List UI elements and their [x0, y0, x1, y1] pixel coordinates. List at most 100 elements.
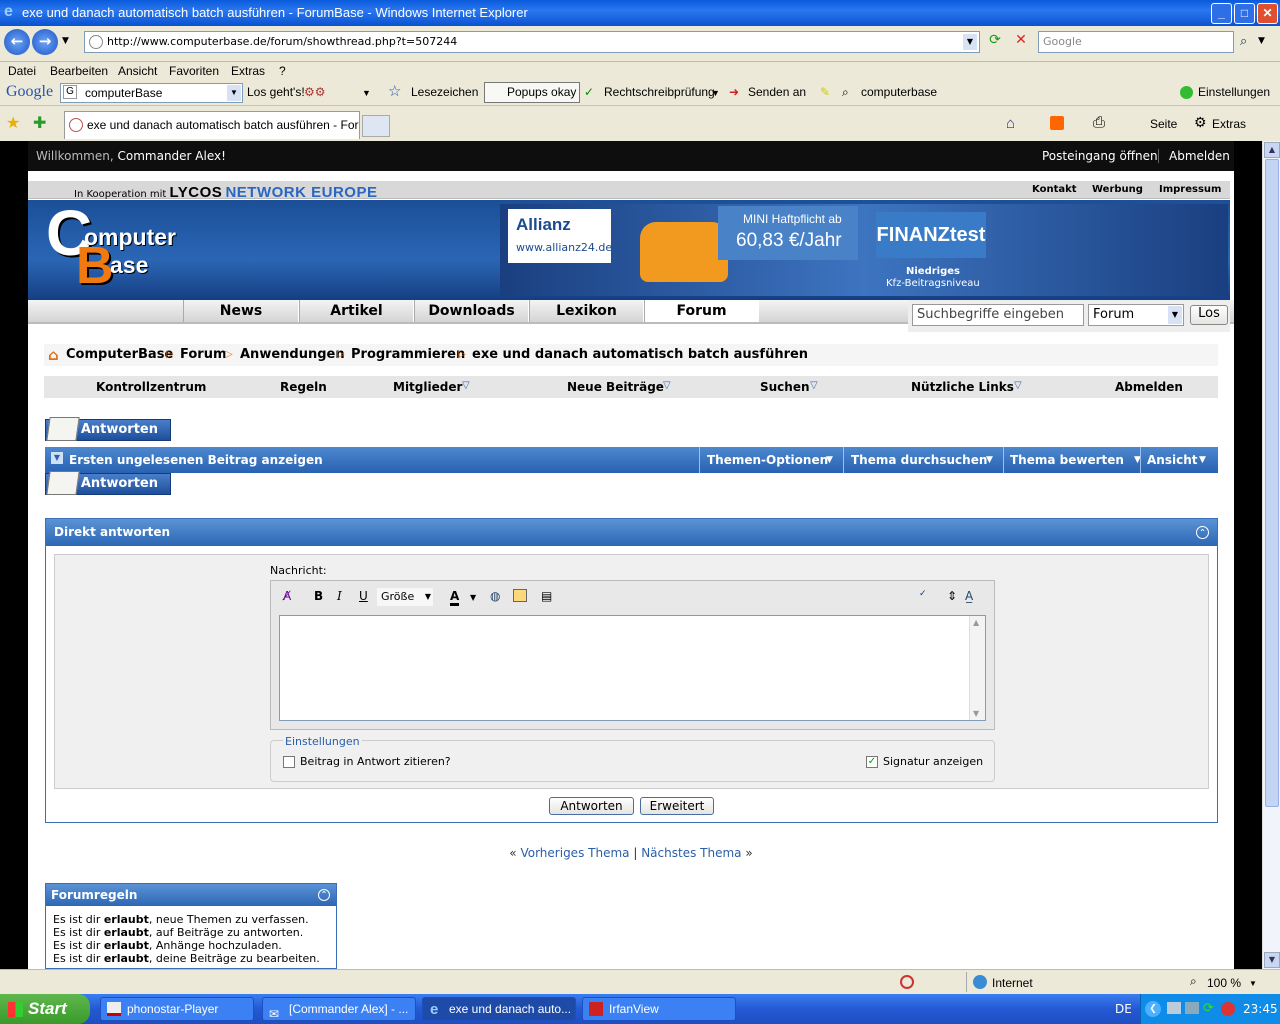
- google-search-input[interactable]: G computerBase ▼: [60, 83, 243, 103]
- computerbase-logo[interactable]: C omputer B ase: [46, 197, 216, 295]
- triangle-down-icon[interactable]: ▽: [663, 380, 671, 391]
- antivirus-icon[interactable]: [1221, 1002, 1235, 1016]
- signature-option[interactable]: ✓ Signatur anzeigen: [866, 755, 983, 768]
- spellcheck-abc-icon[interactable]: ✓: [919, 589, 927, 599]
- forumnav-abmelden[interactable]: Abmelden: [1115, 380, 1183, 394]
- prev-thread-link[interactable]: Vorheriges Thema: [520, 846, 629, 860]
- thread-view-menu[interactable]: Ansicht: [1147, 453, 1197, 467]
- address-dropdown-icon[interactable]: ▼: [963, 34, 977, 50]
- sync-icon[interactable]: ⟳: [1203, 1001, 1214, 1016]
- triangle-down-icon[interactable]: ▽: [1014, 380, 1022, 391]
- toolbar-tools-icon[interactable]: ⚙⚙: [304, 85, 326, 99]
- reply-button-top[interactable]: Antworten: [45, 417, 171, 441]
- quote-checkbox[interactable]: [283, 756, 295, 768]
- zoom-dropdown-icon[interactable]: ▼: [1249, 979, 1257, 988]
- thread-rate-menu[interactable]: Thema bewerten: [1010, 453, 1124, 467]
- google-go-button[interactable]: Los geht's!: [247, 85, 305, 99]
- collapse-circle-icon[interactable]: ⌃: [318, 889, 330, 901]
- underline-button[interactable]: U: [359, 589, 368, 603]
- address-bar[interactable]: http://www.computerbase.de/forum/showthr…: [84, 31, 980, 53]
- italic-button[interactable]: I: [337, 589, 342, 603]
- back-button[interactable]: ←: [4, 29, 30, 55]
- site-search-button[interactable]: Los: [1190, 305, 1228, 325]
- image-icon[interactable]: [513, 589, 527, 602]
- forumnav-neue-beitraege[interactable]: Neue Beiträge: [567, 380, 664, 394]
- settings-button[interactable]: Einstellungen: [1198, 85, 1270, 99]
- bookmarks-menu[interactable]: Lesezeichen: [411, 85, 478, 99]
- task-irfanview[interactable]: IrfanView: [582, 997, 736, 1021]
- add-favorite-icon[interactable]: ✚: [33, 113, 46, 133]
- thread-options-menu[interactable]: Themen-Optionen: [707, 453, 828, 467]
- menu-bearbeiten[interactable]: Bearbeiten: [50, 64, 108, 78]
- link-globe-icon[interactable]: ◍: [490, 589, 500, 603]
- search-input[interactable]: Google: [1038, 31, 1234, 53]
- reply-button-bottom[interactable]: Antworten: [45, 471, 171, 495]
- page-menu[interactable]: Seite: [1150, 117, 1177, 131]
- start-button[interactable]: Start: [0, 994, 90, 1024]
- advertising-link[interactable]: Werbung: [1092, 184, 1143, 195]
- breadcrumb-computerbase[interactable]: ComputerBase: [66, 344, 173, 366]
- menu-favoriten[interactable]: Favoriten: [169, 64, 219, 78]
- search-icon-toolbar[interactable]: ⌕: [842, 85, 849, 100]
- textarea-scrollbar[interactable]: ▲ ▼: [969, 616, 985, 720]
- scroll-up-icon[interactable]: ▲: [1264, 142, 1280, 158]
- triangle-down-icon[interactable]: ▽: [462, 380, 470, 391]
- next-thread-link[interactable]: Nächstes Thema: [641, 846, 741, 860]
- nav-lexikon[interactable]: Lexikon: [529, 300, 644, 322]
- send-button[interactable]: Senden an: [748, 85, 806, 99]
- forumnav-regeln[interactable]: Regeln: [280, 380, 327, 394]
- spellcheck-icon[interactable]: ✓: [584, 85, 594, 99]
- tab-active[interactable]: exe und danach automatisch batch ausführ…: [64, 111, 360, 139]
- tools-menu[interactable]: Extras: [1212, 117, 1246, 131]
- clock[interactable]: 23:45: [1243, 1002, 1278, 1016]
- chevron-down-icon[interactable]: ▼: [1199, 455, 1206, 465]
- advertisement-banner[interactable]: Allianz www.allianz24.de MINI Haftpflich…: [500, 204, 1228, 296]
- new-tab-button[interactable]: [362, 115, 390, 137]
- zoom-icon[interactable]: ⌕: [1190, 974, 1197, 989]
- nav-news[interactable]: News: [183, 300, 299, 322]
- scroll-down-icon[interactable]: ▼: [973, 709, 979, 718]
- google-logo[interactable]: Google: [6, 83, 53, 101]
- triangle-down-icon[interactable]: ▽: [810, 380, 818, 391]
- site-search-input[interactable]: Suchbegriffe eingeben: [912, 304, 1084, 326]
- stop-icon[interactable]: ✕: [1010, 32, 1032, 52]
- rss-icon[interactable]: [1050, 116, 1064, 130]
- quote-icon[interactable]: ▤: [541, 589, 552, 603]
- home-icon[interactable]: ⌂: [1006, 115, 1015, 132]
- close-button[interactable]: ✕: [1257, 3, 1278, 24]
- menu-datei[interactable]: Datei: [8, 64, 36, 78]
- quote-option[interactable]: Beitrag in Antwort zitieren?: [283, 755, 451, 768]
- signature-checkbox[interactable]: ✓: [866, 756, 878, 768]
- thread-search-menu[interactable]: Thema durchsuchen: [851, 453, 987, 467]
- font-size-select[interactable]: Größe ▼: [377, 588, 433, 606]
- site-search-scope[interactable]: Forum ▼: [1088, 304, 1184, 326]
- search-options-icon[interactable]: ▼: [1258, 36, 1265, 46]
- nav-artikel[interactable]: Artikel: [299, 300, 414, 322]
- spellcheck-button[interactable]: Rechtschreibprüfung: [604, 85, 715, 99]
- scroll-up-icon[interactable]: ▲: [973, 618, 979, 627]
- page-scrollbar[interactable]: ▲ ▼: [1262, 141, 1280, 969]
- resize-icon[interactable]: ⇕: [947, 589, 957, 603]
- refresh-icon[interactable]: ⟳: [984, 32, 1006, 52]
- maximize-button[interactable]: □: [1234, 3, 1255, 24]
- scope-dropdown-icon[interactable]: ▼: [1168, 306, 1182, 324]
- monitor-icon[interactable]: [1185, 1002, 1199, 1014]
- nav-downloads[interactable]: Downloads: [414, 300, 529, 322]
- language-indicator[interactable]: DE: [1115, 1002, 1132, 1016]
- chevron-down-icon[interactable]: ▼: [826, 455, 833, 465]
- spellcheck-dropdown-icon[interactable]: ▼: [711, 88, 720, 98]
- computerbase-button[interactable]: computerbase: [861, 85, 937, 99]
- inbox-link[interactable]: Posteingang öffnen: [1042, 149, 1158, 163]
- menu-help[interactable]: ?: [279, 64, 286, 78]
- search-icon[interactable]: ⌕: [1240, 34, 1247, 49]
- google-dropdown-icon[interactable]: ▼: [227, 85, 241, 101]
- home-icon-breadcrumb[interactable]: ⌂: [48, 344, 59, 366]
- toolbar-dropdown-icon[interactable]: ▼: [362, 88, 371, 98]
- history-dropdown-icon[interactable]: ▼: [62, 36, 69, 46]
- scroll-down-icon[interactable]: ▼: [1264, 952, 1280, 968]
- forumnav-mitglieder[interactable]: Mitglieder: [393, 380, 462, 394]
- menu-extras[interactable]: Extras: [231, 64, 265, 78]
- message-textarea[interactable]: ▲ ▼: [279, 615, 986, 721]
- task-phonostar[interactable]: phonostar-Player: [100, 997, 254, 1021]
- remove-format-icon[interactable]: A̸: [283, 589, 291, 603]
